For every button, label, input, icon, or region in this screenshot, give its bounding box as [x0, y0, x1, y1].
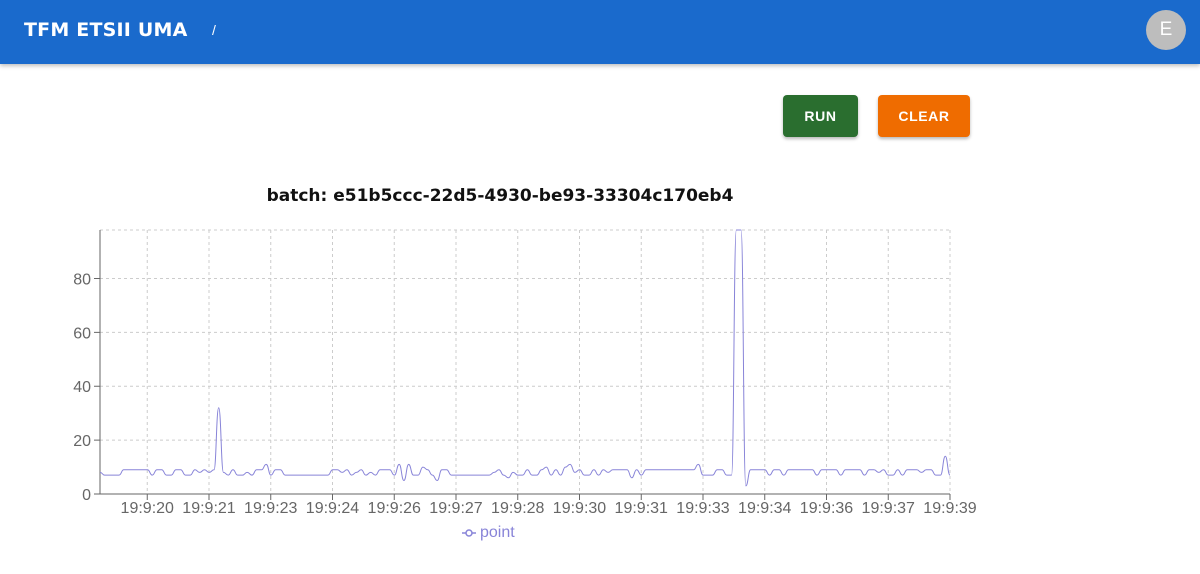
- chart-legend[interactable]: point: [462, 524, 515, 542]
- x-tick-label: 19:9:24: [306, 500, 359, 517]
- chart-grid: [100, 229, 951, 494]
- x-tick-label: 19:9:37: [862, 500, 915, 517]
- x-tick-label: 19:9:21: [182, 500, 235, 517]
- x-tick-label: 19:9:23: [244, 500, 297, 517]
- y-tick-label: 40: [73, 379, 91, 396]
- y-tick-label: 20: [73, 433, 91, 450]
- x-tick-label: 19:9:33: [676, 500, 729, 517]
- line-chart: 0 20 40 60 80 19:9:20 19:9:21 19:9:23 19:9:24 19:…: [73, 229, 977, 517]
- x-tick-label: 19:9:31: [615, 500, 668, 517]
- x-tick-label: 19:9:26: [368, 500, 421, 517]
- x-tick-label: 19:9:20: [121, 500, 174, 517]
- y-tick-label: 60: [73, 325, 91, 342]
- y-tick-label: 80: [73, 271, 91, 288]
- x-tick-label: 19:9:30: [553, 500, 606, 517]
- x-tick-label: 19:9:28: [491, 500, 544, 517]
- x-tick-label: 19:9:27: [429, 500, 482, 517]
- x-tick-label: 19:9:39: [923, 500, 976, 517]
- y-tick-label: 0: [82, 487, 91, 504]
- legend-label-point: point: [480, 524, 515, 541]
- x-tick-label: 19:9:34: [738, 500, 791, 517]
- series-line-point: [99, 229, 951, 487]
- x-tick-label: 19:9:36: [800, 500, 853, 517]
- legend-line-dot-icon: [462, 529, 476, 537]
